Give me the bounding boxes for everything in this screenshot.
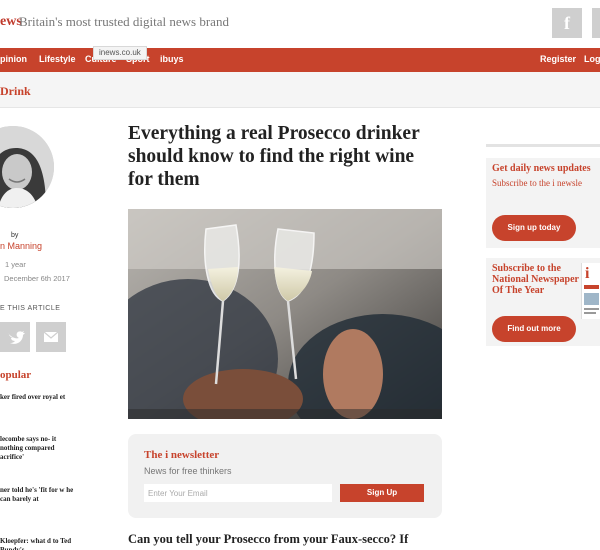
author-name[interactable]: n Manning bbox=[0, 241, 42, 251]
news-updates-title: Get daily news updates bbox=[492, 163, 591, 174]
nav-item-lifestyle[interactable]: Lifestyle bbox=[39, 54, 76, 64]
email-field[interactable] bbox=[144, 484, 332, 502]
article-lede: Can you tell your Prosecco from your Fau… bbox=[128, 532, 409, 546]
site-tagline: Britain's most trusted digital news bran… bbox=[19, 14, 229, 29]
news-updates-card: Get daily news updates Subscribe to the … bbox=[486, 158, 600, 248]
author-avatar bbox=[0, 126, 54, 208]
sign-up-today-button[interactable]: Sign up today bbox=[492, 215, 576, 241]
main-nav: pinion Lifestyle Culture Sport ibuys Reg… bbox=[0, 48, 600, 72]
newsletter-box: The i newsletter News for free thinkers … bbox=[128, 434, 442, 518]
byline-prefix: by bbox=[11, 232, 19, 239]
news-updates-subtitle: Subscribe to the i newsle bbox=[492, 178, 582, 188]
nav-login[interactable]: Log bbox=[584, 54, 600, 64]
twitter-icon[interactable] bbox=[0, 322, 30, 352]
popular-item[interactable]: ker fired over royal et bbox=[0, 393, 80, 402]
url-tooltip: inews.co.uk bbox=[93, 46, 147, 60]
newsletter-subtitle: News for free thinkers bbox=[144, 466, 232, 476]
article-date: December 6th 2017 bbox=[4, 274, 70, 283]
popular-item[interactable]: lecombe says no- it nothing compared acr… bbox=[0, 435, 80, 462]
newspaper-thumbnail: i bbox=[581, 263, 600, 319]
email-icon[interactable] bbox=[36, 322, 66, 352]
article-age: 1 year bbox=[5, 260, 26, 269]
popular-item[interactable]: Kloepfer: what d to Ted Bundy's bbox=[0, 537, 80, 550]
facebook-icon[interactable]: f bbox=[552, 8, 582, 38]
sign-up-button[interactable]: Sign Up bbox=[340, 484, 424, 502]
nav-register[interactable]: Register bbox=[540, 54, 576, 64]
svg-text:i: i bbox=[585, 265, 590, 282]
subscribe-title: Subscribe to the National Newspaper Of T… bbox=[492, 263, 579, 296]
hero-image bbox=[128, 209, 442, 419]
popular-item[interactable]: ner told he's 'fit for w he can barely a… bbox=[0, 486, 80, 504]
nav-item-opinion[interactable]: pinion bbox=[0, 54, 27, 64]
most-popular-title: opular bbox=[0, 369, 32, 381]
sidebar-divider bbox=[486, 144, 600, 147]
twitter-icon[interactable] bbox=[592, 8, 600, 38]
find-out-more-button[interactable]: Find out more bbox=[492, 316, 576, 342]
brand-header: ews Britain's most trusted digital news … bbox=[0, 0, 600, 48]
article-headline: Everything a real Prosecco drinker shoul… bbox=[128, 123, 420, 190]
share-label: E THIS ARTICLE bbox=[0, 305, 61, 312]
newsletter-title: The i newsletter bbox=[144, 449, 220, 461]
section-bar: Drink bbox=[0, 72, 600, 108]
nav-item-ibuys[interactable]: ibuys bbox=[160, 54, 184, 64]
section-label[interactable]: Drink bbox=[0, 84, 31, 99]
